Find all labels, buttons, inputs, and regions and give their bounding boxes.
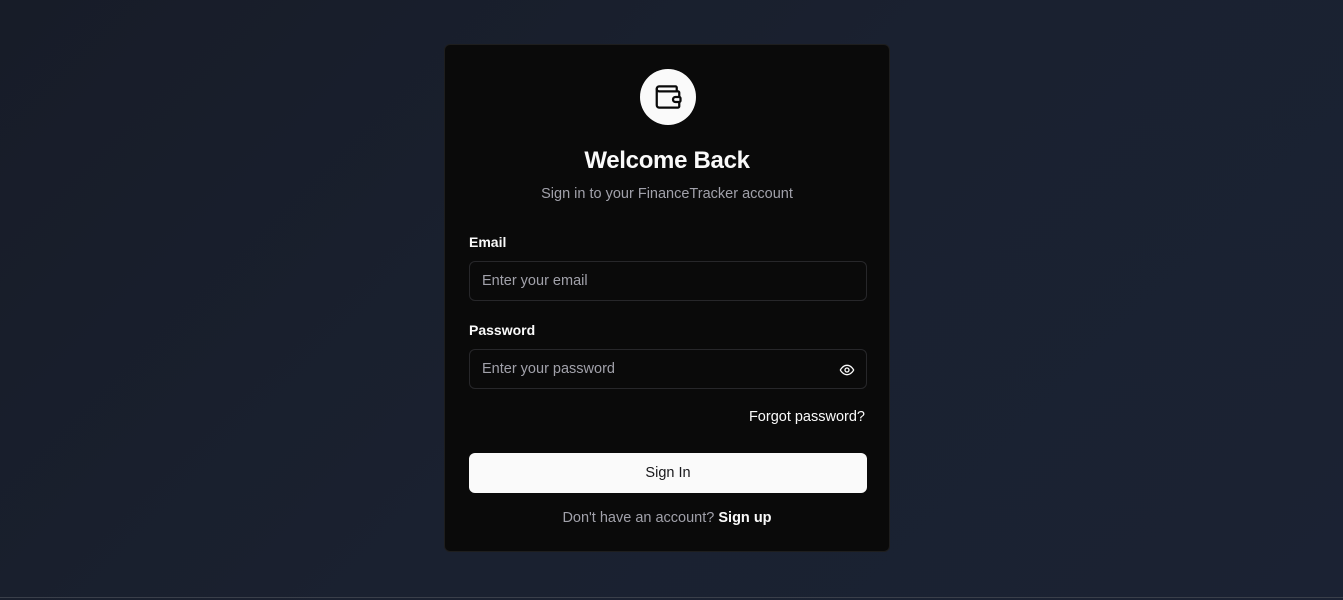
show-password-toggle[interactable] bbox=[838, 361, 856, 379]
sign-up-link[interactable]: Sign up bbox=[718, 510, 771, 526]
email-label: Email bbox=[469, 234, 507, 250]
password-field-wrapper bbox=[469, 349, 867, 389]
sign-in-button[interactable]: Sign In bbox=[469, 453, 867, 493]
logo-badge bbox=[640, 69, 696, 125]
bottom-divider bbox=[0, 597, 1343, 598]
email-input[interactable] bbox=[470, 262, 866, 300]
password-label: Password bbox=[469, 322, 536, 338]
page-title: Welcome Back bbox=[584, 147, 750, 174]
signup-prompt: Don't have an account? Sign up bbox=[445, 510, 889, 526]
signup-prompt-text: Don't have an account? bbox=[562, 510, 715, 526]
forgot-password-link[interactable]: Forgot password? bbox=[749, 409, 865, 425]
wallet-icon bbox=[655, 85, 682, 109]
eye-icon bbox=[839, 364, 855, 376]
page-subtitle: Sign in to your FinanceTracker account bbox=[541, 186, 793, 202]
email-field-wrapper bbox=[469, 261, 867, 301]
password-input[interactable] bbox=[470, 350, 866, 388]
login-card: Welcome Back Sign in to your FinanceTrac… bbox=[444, 44, 890, 552]
